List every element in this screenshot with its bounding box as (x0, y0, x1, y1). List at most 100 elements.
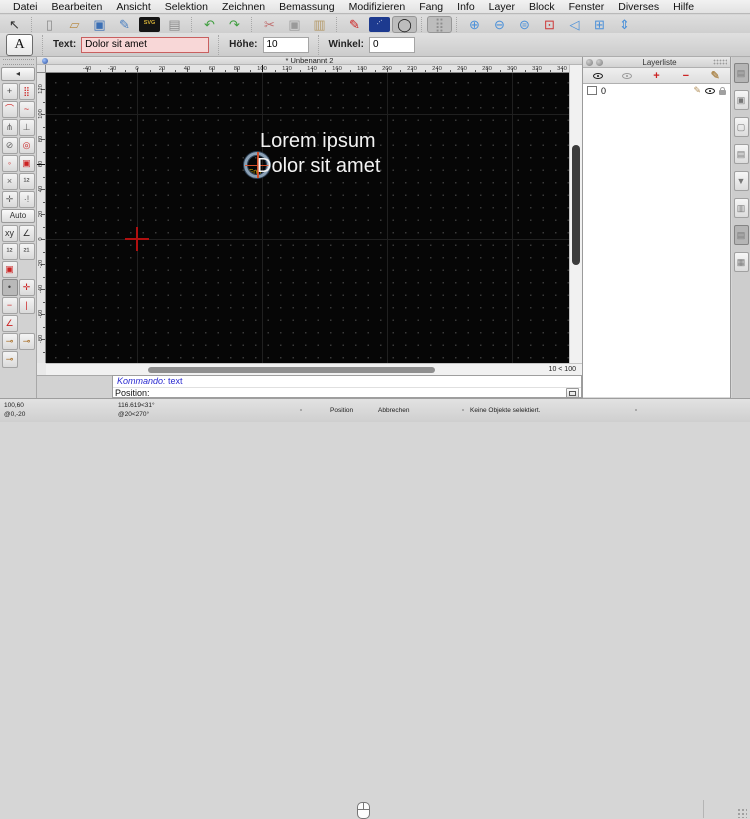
snap-point-button[interactable]: ·! (18, 190, 35, 208)
menu-fenster[interactable]: Fenster (562, 1, 612, 13)
snap-perpendicular-button[interactable]: ⊥ (18, 118, 35, 136)
snap-middle-button[interactable]: ◦ (1, 154, 18, 172)
coordinate-polar-button[interactable]: ∠ (18, 224, 35, 242)
restrict-angle-button[interactable]: ∠ (1, 314, 18, 332)
new-file-button[interactable]: ▯ (37, 16, 62, 33)
copy-button[interactable]: ▣ (282, 16, 307, 33)
menu-modifizieren[interactable]: Modifizieren (342, 1, 413, 13)
dock-library-browser-button[interactable]: ▥ (733, 198, 749, 218)
select-pointer-button[interactable]: ↖ (2, 16, 27, 33)
text-tool-indicator[interactable]: A (6, 33, 33, 56)
dock-property-editor-button[interactable]: ▤ (733, 225, 749, 245)
grid-toggle-button[interactable]: ⣿ (427, 15, 452, 33)
coordinate-cartesian-button[interactable]: xy (1, 224, 18, 242)
snap-intersection-button[interactable]: ⋔ (1, 118, 18, 136)
panel-close-button[interactable] (586, 58, 593, 66)
restrict-none-button[interactable]: • (1, 278, 18, 296)
redo-button[interactable]: ↷ (222, 16, 247, 33)
snap-center-button[interactable]: ◎ (18, 136, 35, 154)
menu-fang[interactable]: Fang (412, 1, 450, 13)
dock-layer-list-button[interactable]: ▤ (733, 63, 749, 83)
svg-export-button[interactable]: SVG (139, 16, 160, 32)
layer-edit-icon[interactable]: ✎ (693, 85, 701, 96)
snap-endpoints-button[interactable]: ⌒ (1, 100, 18, 118)
pan-button[interactable]: ⇕ (612, 16, 637, 33)
snap-distance-button[interactable]: ¹² (18, 172, 35, 190)
vertical-scrollbar-thumb[interactable] (572, 145, 580, 265)
remove-layer-button[interactable]: − (674, 69, 698, 82)
snap-auto-button[interactable]: Auto (1, 209, 35, 223)
menu-bemassung[interactable]: Bemassung (272, 1, 341, 13)
vertical-scrollbar[interactable] (569, 65, 582, 363)
snap-on-entity-button[interactable]: ~ (18, 100, 35, 118)
edit-drawing-button[interactable]: ✎ (112, 16, 137, 33)
snap-free-button[interactable]: + (1, 82, 18, 100)
snap-tangent-button[interactable]: ⊘ (1, 136, 18, 154)
show-all-layers-button[interactable] (586, 69, 610, 82)
draw-pen-button[interactable]: ✎ (342, 16, 367, 33)
menu-block[interactable]: Block (522, 1, 562, 13)
menu-hilfe[interactable]: Hilfe (666, 1, 701, 13)
layer-lock-icon[interactable] (719, 86, 726, 95)
open-file-button[interactable]: ▱ (62, 16, 87, 33)
text-height-input[interactable] (262, 36, 309, 53)
zoom-out-button[interactable]: ⊖ (487, 16, 512, 33)
zoom-in-button[interactable]: ⊕ (462, 16, 487, 33)
hide-all-layers-button[interactable] (615, 69, 639, 82)
menu-datei[interactable]: Datei (6, 1, 45, 13)
snap-back-button[interactable]: ◂ (1, 67, 35, 81)
command-input[interactable] (152, 389, 566, 397)
menu-info[interactable]: Info (450, 1, 482, 13)
menu-ansicht[interactable]: Ansicht (109, 1, 157, 13)
circle-tool-button[interactable]: ◯ (392, 15, 417, 33)
text-angle-input[interactable] (368, 36, 415, 53)
menu-zeichnen[interactable]: Zeichnen (215, 1, 272, 13)
dock-clipboard-button[interactable]: ▦ (733, 252, 749, 272)
panel-drag-grip[interactable] (713, 59, 727, 65)
text-content-input[interactable] (81, 36, 210, 53)
menu-layer[interactable]: Layer (482, 1, 522, 13)
menu-selektion[interactable]: Selektion (158, 1, 215, 13)
save-file-button[interactable]: ▣ (87, 16, 112, 33)
snap-intersection-manual-button[interactable]: × (1, 172, 18, 190)
edit-layer-button[interactable]: ✎ (703, 69, 727, 82)
dock-block-list-button[interactable]: ▣ (733, 90, 749, 110)
zoom-auto-button[interactable]: ⊜ (512, 16, 537, 33)
cut-button[interactable]: ✂ (257, 16, 282, 33)
add-layer-button[interactable]: + (644, 69, 668, 82)
measure-button[interactable]: ⋰ (369, 16, 390, 32)
restrict-off-button[interactable]: ▣ (1, 260, 18, 278)
print-button[interactable]: ▤ (162, 16, 187, 33)
relative-zero-lock-button[interactable]: ⊸ (1, 350, 18, 368)
relative-polar-button[interactable]: ²¹ (18, 242, 35, 260)
window-resize-grip[interactable] (737, 808, 747, 818)
zoom-window-button[interactable]: ⊞ (587, 16, 612, 33)
zoom-previous-button[interactable]: ◁ (562, 16, 587, 33)
dock-command-list-button[interactable]: ▤ (733, 144, 749, 164)
dock-view-list-button[interactable]: ▢ (733, 117, 749, 137)
restrict-orthogonal-button[interactable]: ✛ (18, 278, 35, 296)
horizontal-scrollbar[interactable]: 10 < 100 (46, 363, 582, 375)
zoom-selection-button[interactable]: ⊡ (537, 16, 562, 33)
snap-grid-button[interactable]: ⣿ (18, 82, 35, 100)
restrict-vertical-button[interactable]: | (18, 296, 35, 314)
restrict-horizontal-button[interactable]: − (1, 296, 18, 314)
snap-lock-button[interactable]: ⊸ (1, 332, 18, 350)
menu-diverses[interactable]: Diverses (611, 1, 666, 13)
menu-bearbeiten[interactable]: Bearbeiten (45, 1, 110, 13)
toolbar-drag-handle[interactable] (2, 59, 34, 65)
horizontal-scrollbar-thumb[interactable] (148, 367, 435, 373)
relative-cartesian-button[interactable]: ¹² (1, 242, 18, 260)
panel-float-button[interactable] (596, 58, 603, 66)
key-lock-button[interactable]: ⊸ (18, 332, 35, 350)
layer-visibility-icon[interactable] (705, 87, 715, 94)
snap-coordinate-button[interactable]: ✛ (1, 190, 18, 208)
paste-button[interactable]: ▥ (307, 16, 332, 33)
layer-select-checkbox[interactable] (587, 86, 597, 95)
layer-row[interactable]: 0 ✎ (583, 84, 730, 97)
dock-selection-filter-button[interactable]: ▼ (733, 171, 749, 191)
command-options-button[interactable] (566, 388, 579, 398)
drawing-canvas[interactable]: Frei Lorem ipsum Dolor sit amet (46, 73, 569, 363)
snap-reference-button[interactable]: ▣ (18, 154, 35, 172)
undo-button[interactable]: ↶ (197, 16, 222, 33)
